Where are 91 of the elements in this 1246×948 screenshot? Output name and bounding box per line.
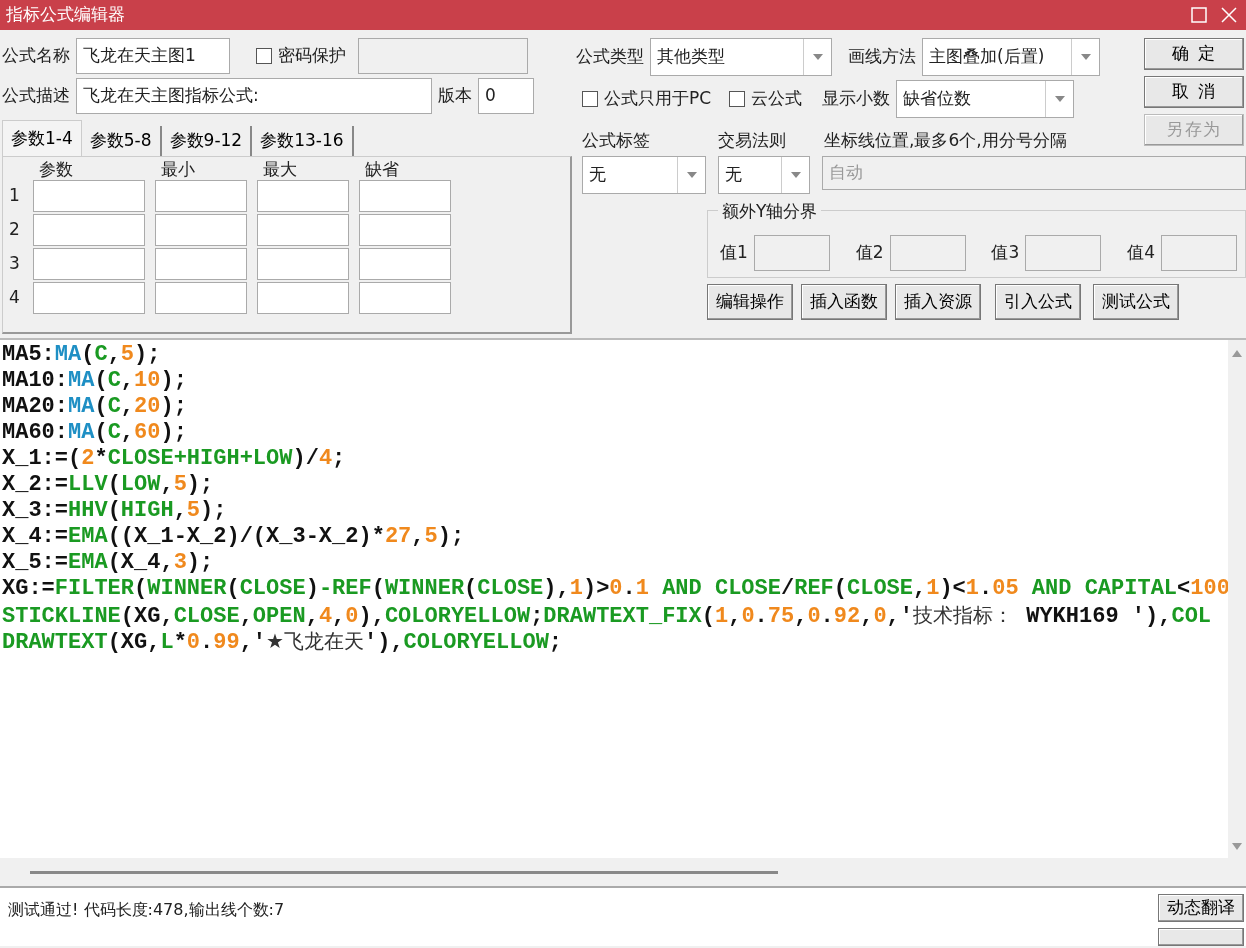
param-input[interactable] bbox=[155, 248, 247, 280]
param-input[interactable] bbox=[155, 214, 247, 246]
scroll-up-icon[interactable] bbox=[1231, 348, 1243, 358]
column-header: 最大 bbox=[262, 159, 298, 179]
param-input[interactable] bbox=[359, 282, 451, 314]
code-line: X_2:=LLV(LOW,5); bbox=[2, 472, 215, 498]
window-title: 指标公式编辑器 bbox=[6, 3, 126, 27]
code-line: X_4:=EMA((X_1-X_2)/(X_3-X_2)*27,5); bbox=[2, 524, 466, 550]
param-input[interactable] bbox=[257, 180, 349, 212]
dropdown-arrow-icon[interactable] bbox=[789, 170, 802, 179]
field-label: 公式描述 bbox=[2, 84, 70, 108]
value-input[interactable] bbox=[1161, 234, 1237, 271]
value-input[interactable] bbox=[889, 234, 966, 271]
field-label: 公式标签 bbox=[582, 129, 651, 152]
dialog-button[interactable]: 取 消 bbox=[1144, 76, 1244, 108]
value-input[interactable] bbox=[753, 234, 830, 271]
code-editor[interactable] bbox=[0, 340, 1246, 858]
draw-method-select[interactable]: 主图叠加(后置) bbox=[922, 38, 1100, 76]
code-line: MA20:MA(C,20); bbox=[2, 394, 188, 420]
decimals-select[interactable]: 缺省位数 bbox=[896, 80, 1075, 118]
code-line: X_3:=HHV(HIGH,5); bbox=[2, 498, 228, 524]
param-input[interactable] bbox=[359, 248, 451, 280]
dialog-button[interactable]: 确 定 bbox=[1144, 38, 1244, 70]
tool-button[interactable]: 编辑操作 bbox=[707, 283, 793, 320]
field-label: 值1 bbox=[720, 240, 748, 264]
code-line: MA60:MA(C,60); bbox=[2, 420, 188, 446]
password-input[interactable] bbox=[358, 38, 528, 74]
row-number: 2 bbox=[9, 218, 21, 242]
code-line: XG:=FILTER(WINNER(CLOSE)-REF(WINNER(CLOSE),1)>0.1 AND CLOSE/REF(CLOSE,1)<1.05 AND CAPITAL<100 bbox=[2, 576, 1228, 602]
scroll-down-icon[interactable] bbox=[1231, 842, 1243, 852]
field-label: 坐标线位置,最多6个,用分号分隔 bbox=[824, 129, 1067, 152]
checkbox-label: 云公式 bbox=[751, 87, 803, 111]
code-line: X_1:=(2*CLOSE+HIGH+LOW)/4; bbox=[2, 446, 347, 472]
status-message: 测试通过! 代码长度:478,输出线个数:7 bbox=[7, 899, 286, 921]
param-input[interactable] bbox=[33, 180, 145, 212]
dropdown-arrow-icon[interactable] bbox=[1079, 53, 1092, 61]
tool-button[interactable]: 插入函数 bbox=[801, 283, 887, 320]
code-line: DRAWTEXT(XG,L*0.99,'★飞龙在天'),COLORYELLOW; bbox=[2, 628, 564, 654]
checkbox-label: 密码保护 bbox=[278, 44, 346, 68]
checkbox-label: 公式只用于PC bbox=[604, 87, 712, 111]
param-input[interactable] bbox=[33, 214, 145, 246]
row-number: 3 bbox=[9, 252, 21, 276]
code-line: STICKLINE(XG,CLOSE,OPEN,4,0),COLORYELLOW;DRAWTEXT_FIX(1,0.75,0.92,0,'技术指标： WYKH169 '),COL bbox=[2, 602, 1213, 628]
param-input[interactable] bbox=[257, 248, 349, 280]
tool-button[interactable]: 引入公式 bbox=[995, 283, 1081, 320]
param-input[interactable] bbox=[359, 180, 451, 212]
field-label: 显示小数 bbox=[822, 87, 891, 111]
column-header: 最小 bbox=[160, 159, 196, 179]
code-line: MA5:MA(C,5); bbox=[2, 342, 162, 368]
field-label: 值2 bbox=[855, 240, 884, 264]
description-input[interactable]: 飞龙在天主图指标公式: bbox=[76, 78, 432, 114]
checkbox[interactable] bbox=[729, 91, 746, 107]
row-number: 4 bbox=[9, 286, 21, 310]
param-input[interactable] bbox=[257, 282, 349, 314]
name-input[interactable]: 飞龙在天主图1 bbox=[76, 38, 230, 74]
dropdown-arrow-icon[interactable] bbox=[1053, 95, 1066, 103]
code-line: MA10:MA(C,10); bbox=[2, 368, 188, 394]
translate-button[interactable]: 动态翻译 bbox=[1158, 894, 1244, 922]
type-select[interactable]: 其他类型 bbox=[650, 38, 832, 76]
code-line: X_5:=EMA(X_4,3); bbox=[2, 550, 215, 576]
field-label: 版本 bbox=[438, 84, 472, 108]
field-label: 公式类型 bbox=[576, 45, 644, 69]
field-label: 画线方法 bbox=[848, 45, 916, 69]
checkbox[interactable] bbox=[256, 48, 272, 64]
field-label: 值4 bbox=[1127, 240, 1155, 264]
param-input[interactable] bbox=[33, 282, 145, 314]
column-header: 缺省 bbox=[364, 159, 400, 179]
dropdown-arrow-icon[interactable] bbox=[685, 170, 698, 179]
checkbox[interactable] bbox=[582, 91, 598, 107]
scroll-thumb[interactable] bbox=[30, 870, 778, 874]
vertical-scrollbar[interactable] bbox=[1228, 340, 1246, 858]
panel-button[interactable] bbox=[1158, 927, 1244, 946]
row-number: 1 bbox=[9, 184, 21, 208]
field-label: 交易法则 bbox=[718, 129, 787, 152]
version-input[interactable]: 0 bbox=[478, 78, 534, 114]
param-input[interactable] bbox=[155, 282, 247, 314]
tool-button[interactable]: 插入资源 bbox=[895, 283, 981, 320]
column-header: 参数 bbox=[38, 159, 74, 179]
tag-select[interactable]: 无 bbox=[582, 155, 706, 194]
param-input[interactable] bbox=[33, 248, 145, 280]
param-input[interactable] bbox=[155, 180, 247, 212]
param-input[interactable] bbox=[257, 214, 349, 246]
field-label: 值3 bbox=[991, 240, 1020, 264]
dropdown-arrow-icon[interactable] bbox=[811, 53, 824, 61]
tool-button[interactable]: 测试公式 bbox=[1093, 283, 1179, 320]
trade-rule-select[interactable]: 无 bbox=[718, 155, 810, 194]
param-tab[interactable]: 参数1-4 bbox=[2, 120, 82, 156]
maximize-icon[interactable] bbox=[1188, 4, 1210, 26]
param-input[interactable] bbox=[359, 214, 451, 246]
field-label: 公式名称 bbox=[2, 44, 70, 68]
value-input[interactable] bbox=[1025, 234, 1102, 271]
